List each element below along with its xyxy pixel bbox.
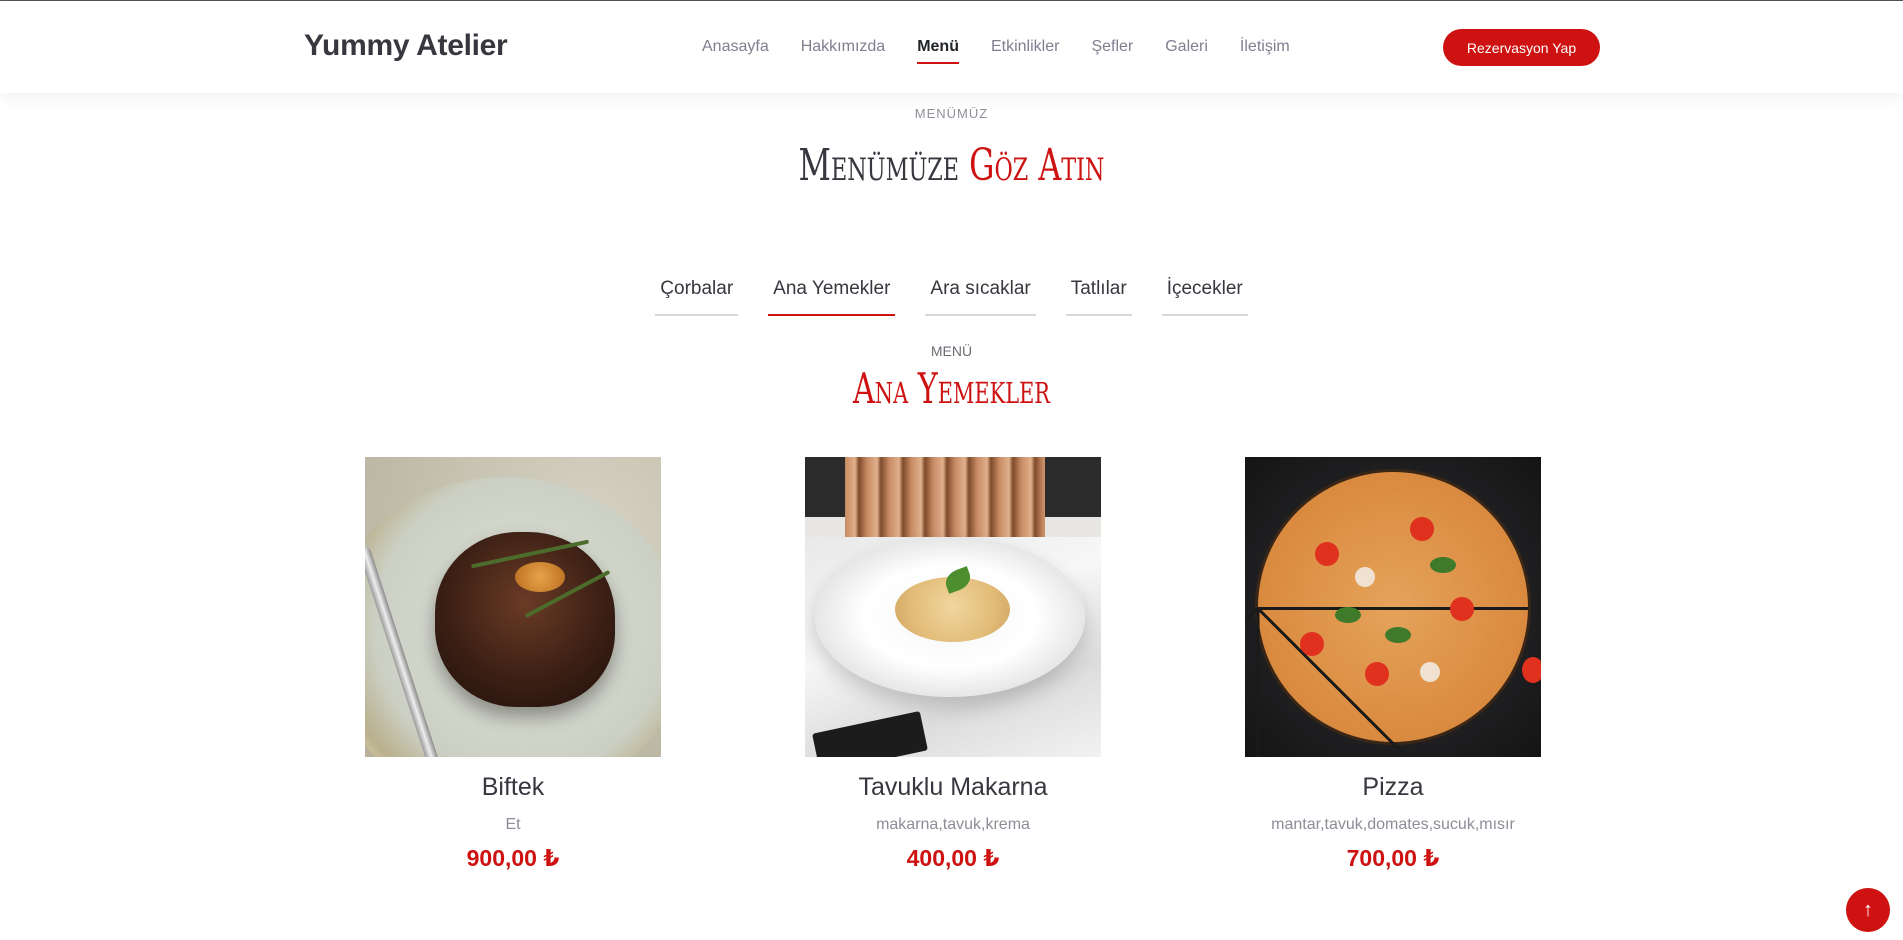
slice-cut-shape bbox=[1258, 607, 1528, 610]
tab-icecekler[interactable]: İçecekler bbox=[1161, 272, 1248, 316]
tomato-shape bbox=[1410, 517, 1434, 541]
basil-shape bbox=[1430, 557, 1456, 573]
menu-item-card: Tavuklu Makarna makarna,tavuk,krema 400,… bbox=[805, 457, 1101, 872]
tomato-shape bbox=[1365, 662, 1389, 686]
menu-item-ingredients: mantar,tavuk,domates,sucuk,mısır bbox=[1271, 816, 1515, 833]
basil-shape bbox=[1385, 627, 1411, 643]
nav-item-etkinlikler[interactable]: Etkinlikler bbox=[975, 37, 1075, 67]
menu-eyebrow: MENÜ bbox=[930, 343, 973, 359]
section-title: Menümüze Göz Atın bbox=[266, 140, 1636, 191]
nav-item-iletisim[interactable]: İletişim bbox=[1224, 37, 1306, 67]
scroll-to-top-button[interactable]: ↑ bbox=[1846, 888, 1890, 932]
tomato-shape bbox=[1315, 542, 1339, 566]
nav-item-sefler[interactable]: Şefler bbox=[1075, 37, 1149, 67]
site-header: Yummy Atelier Anasayfa Hakkımızda Menü E… bbox=[0, 1, 1903, 93]
pizza-photo[interactable] bbox=[1245, 457, 1541, 757]
tomato-shape bbox=[1450, 597, 1474, 621]
menu-tabs: Çorbalar Ana Yemekler Ara sıcaklar Tatlı… bbox=[0, 272, 1903, 316]
menu-item-name: Tavuklu Makarna bbox=[858, 773, 1048, 801]
tab-tatlilar[interactable]: Tatlılar bbox=[1065, 272, 1132, 316]
main-nav: Anasayfa Hakkımızda Menü Etkinlikler Şef… bbox=[686, 37, 1306, 67]
menu-title: Ana Yemekler bbox=[852, 364, 1051, 413]
section-title-main: Menümüze bbox=[798, 140, 970, 191]
slice-cut-shape bbox=[1256, 608, 1260, 757]
nav-item-hakkimizda[interactable]: Hakkımızda bbox=[785, 37, 901, 67]
nav-item-menu[interactable]: Menü bbox=[901, 37, 975, 67]
tomato-shape bbox=[1522, 657, 1541, 683]
reservation-button[interactable]: Rezervasyon Yap bbox=[1443, 29, 1600, 66]
menu-item-price: 400,00 ₺ bbox=[906, 845, 1000, 871]
menu-item-card: Biftek Et 900,00 ₺ bbox=[365, 457, 661, 872]
basil-shape bbox=[1335, 607, 1361, 623]
section-title-accent: Göz Atın bbox=[969, 140, 1105, 191]
butter-shape bbox=[515, 562, 565, 592]
menu-item-name: Biftek bbox=[481, 773, 545, 801]
site-logo[interactable]: Yummy Atelier bbox=[304, 29, 508, 63]
nav-item-galeri[interactable]: Galeri bbox=[1149, 37, 1224, 67]
menu-item-price: 900,00 ₺ bbox=[466, 845, 560, 871]
arrow-up-icon: ↑ bbox=[1863, 899, 1873, 921]
steak-shape bbox=[435, 532, 615, 707]
tab-corbalar[interactable]: Çorbalar bbox=[655, 272, 739, 316]
menu-item-ingredients: Et bbox=[505, 816, 521, 833]
menu-item-name: Pizza bbox=[1362, 773, 1424, 801]
steak-photo[interactable] bbox=[365, 457, 661, 757]
mushroom-shape bbox=[1355, 567, 1375, 587]
menu-item-card: Pizza mantar,tavuk,domates,sucuk,mısır 7… bbox=[1245, 457, 1541, 872]
section-eyebrow: MENÜMÜZ bbox=[914, 106, 989, 121]
menu-item-ingredients: makarna,tavuk,krema bbox=[876, 816, 1030, 833]
tab-ana-yemekler[interactable]: Ana Yemekler bbox=[768, 272, 896, 316]
nav-item-anasayfa[interactable]: Anasayfa bbox=[686, 37, 785, 67]
tomato-shape bbox=[1300, 632, 1324, 656]
pasta-photo[interactable] bbox=[805, 457, 1101, 757]
menu-item-price: 700,00 ₺ bbox=[1346, 845, 1440, 871]
tab-ara-sicaklar[interactable]: Ara sıcaklar bbox=[925, 272, 1036, 316]
mushroom-shape bbox=[1420, 662, 1440, 682]
